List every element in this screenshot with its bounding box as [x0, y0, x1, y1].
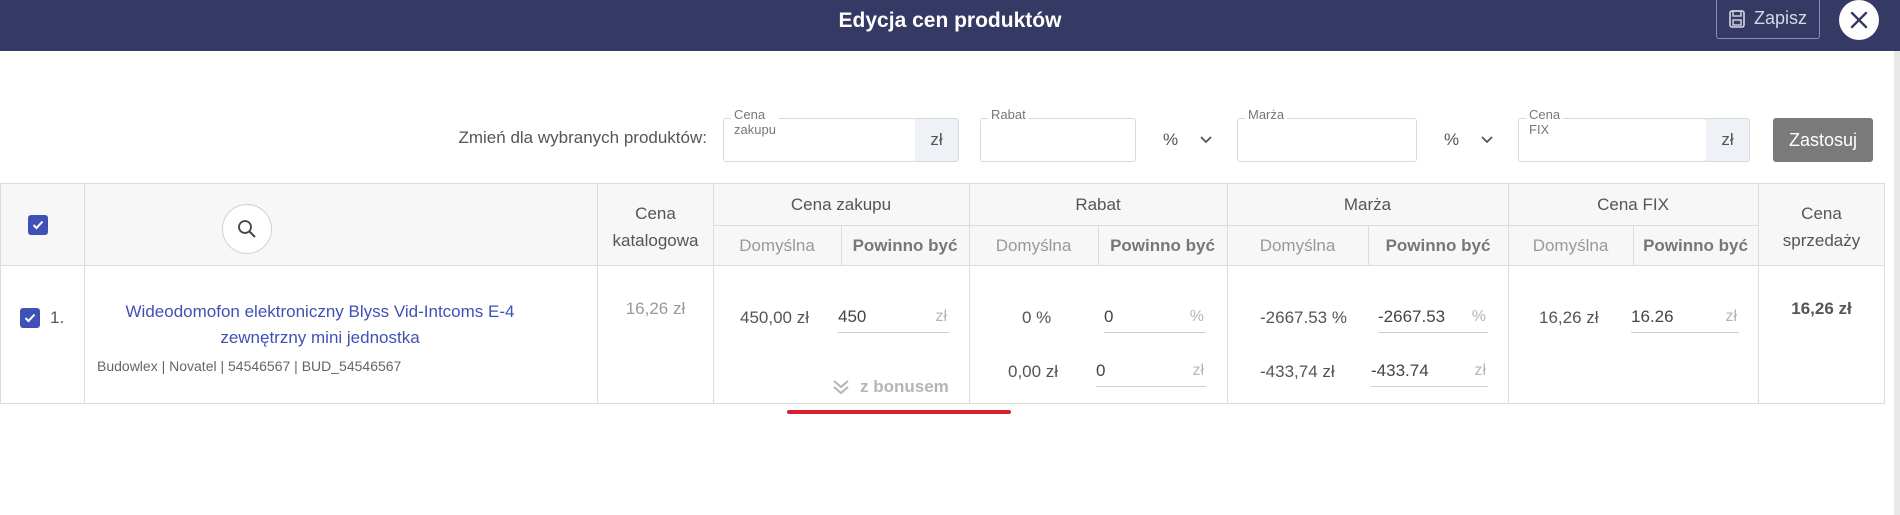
- subheader-default: Domyślna: [1259, 236, 1336, 255]
- product-name-link[interactable]: Wideodomofon elektroniczny Blyss Vid-Int…: [110, 299, 530, 351]
- header-catalog-price-line1: Cena: [635, 204, 676, 223]
- discount-pct-input[interactable]: 0 %: [1104, 301, 1206, 333]
- bulk-margin-unit-value: %: [1444, 130, 1460, 149]
- bulk-margin-label: Marża: [1245, 107, 1288, 122]
- discount-zl-default: 0,00 zł: [1008, 362, 1059, 381]
- divider: [0, 183, 1, 404]
- margin-zl-input-unit: zł: [1474, 361, 1486, 379]
- divider: [969, 183, 970, 404]
- product-name-line1: Wideodomofon elektroniczny Blyss Vid-Int…: [125, 302, 515, 321]
- bulk-margin-input[interactable]: [1237, 118, 1417, 162]
- chevron-down-icon: [1200, 136, 1212, 144]
- check-icon: [24, 313, 36, 323]
- subheader-default: Domyślna: [1532, 236, 1609, 255]
- header-sale-price: Cena sprzedaży: [1759, 200, 1884, 254]
- bonus-toggle-label: z bonusem: [860, 377, 949, 396]
- row-checkbox[interactable]: [20, 308, 40, 328]
- bulk-discount-input[interactable]: [980, 118, 1136, 162]
- divider: [1508, 183, 1509, 404]
- bulk-change-label: Zmień dla wybranych produktów:: [458, 128, 707, 147]
- subheader-should-be: Powinno być: [1643, 236, 1748, 255]
- margin-zl-default: -433,74 zł: [1260, 362, 1335, 381]
- header-fix-price: Cena FIX: [1597, 195, 1669, 214]
- margin-pct-input[interactable]: -2667.53 %: [1378, 301, 1488, 333]
- divider: [0, 265, 1885, 266]
- divider: [713, 225, 1758, 226]
- subheader-default: Domyślna: [995, 236, 1072, 255]
- product-name-line2: zewnętrzny mini jednostka: [220, 328, 420, 347]
- close-icon: [1850, 11, 1868, 29]
- catalog-price-value: 16,26 zł: [625, 299, 686, 318]
- fix-price-input-value: 16.26: [1631, 306, 1674, 326]
- header-catalog-price-line2: katalogowa: [612, 231, 699, 250]
- purchase-price-input[interactable]: 450 zł: [838, 301, 949, 333]
- save-button[interactable]: Zapisz: [1716, 0, 1820, 39]
- margin-pct-input-value: -2667.53: [1378, 306, 1446, 326]
- divider: [84, 183, 85, 404]
- bulk-fix-price-label: Cena FIX: [1526, 107, 1564, 137]
- divider: [1884, 183, 1885, 404]
- header-margin: Marża: [1343, 195, 1392, 214]
- fix-price-input-unit: zł: [1725, 307, 1737, 325]
- modal-header: Edycja cen produktów Zapisz: [0, 0, 1900, 51]
- close-button[interactable]: [1839, 0, 1879, 40]
- discount-zl-input-unit: zł: [1192, 361, 1204, 379]
- fix-price-input[interactable]: 16.26 zł: [1631, 301, 1739, 333]
- divider: [0, 183, 1885, 184]
- margin-zl-input-value: -433.74: [1371, 360, 1429, 380]
- double-chevron-down-icon: [833, 380, 849, 395]
- subheader-should-be: Powinno być: [852, 236, 958, 255]
- margin-pct-default: -2667.53 %: [1260, 308, 1347, 327]
- margin-zl-input[interactable]: -433.74 zł: [1371, 355, 1488, 387]
- discount-zl-input[interactable]: 0 zł: [1096, 355, 1206, 387]
- product-meta: Budowlex | Novatel | 54546567 | BUD_5454…: [97, 358, 402, 374]
- subheader-should-be: Powinno być: [1385, 236, 1491, 255]
- bulk-margin-unit-select[interactable]: %: [1444, 118, 1493, 162]
- header-sale-price-line1: Cena: [1801, 204, 1842, 223]
- save-button-label: Zapisz: [1753, 8, 1807, 28]
- bulk-discount-unit-value: %: [1163, 130, 1179, 149]
- discount-pct-default: 0 %: [1022, 308, 1052, 327]
- row-index: 1.: [50, 308, 65, 327]
- bulk-discount-label: Rabat: [988, 107, 1029, 122]
- discount-pct-input-unit: %: [1189, 307, 1204, 325]
- bonus-toggle[interactable]: z bonusem: [832, 377, 949, 397]
- save-icon: [1729, 9, 1745, 28]
- header-discount: Rabat: [1075, 195, 1121, 214]
- chevron-down-icon: [1481, 136, 1493, 144]
- margin-pct-input-unit: %: [1471, 307, 1486, 325]
- discount-pct-input-value: 0: [1104, 306, 1114, 326]
- select-all-checkbox[interactable]: [28, 215, 48, 235]
- highlight-underline: [787, 410, 1011, 414]
- divider: [1227, 183, 1228, 404]
- modal-title: Edycja cen produktów: [838, 9, 1062, 32]
- header-catalog-price: Cena katalogowa: [598, 200, 713, 254]
- purchase-price-default: 450,00 zł: [740, 308, 809, 327]
- bulk-purchase-price-unit: zł: [915, 118, 959, 162]
- sale-price-value: 16,26 zł: [1791, 299, 1852, 318]
- search-button[interactable]: [222, 204, 272, 254]
- divider: [0, 403, 1885, 404]
- purchase-price-input-value: 450: [838, 306, 867, 326]
- search-icon: [238, 220, 256, 238]
- prices-table: Cena katalogowa Cena zakupu Rabat Marża …: [0, 183, 1885, 404]
- header-sale-price-line2: sprzedaży: [1782, 231, 1861, 250]
- divider: [713, 183, 714, 404]
- subheader-should-be: Powinno być: [1110, 236, 1215, 255]
- discount-zl-input-value: 0: [1096, 360, 1106, 380]
- header-purchase-price: Cena zakupu: [790, 195, 892, 214]
- bulk-discount-unit-select[interactable]: %: [1163, 118, 1212, 162]
- bulk-fix-price-unit: zł: [1706, 118, 1750, 162]
- bulk-purchase-price-label: Cena zakupu: [731, 107, 779, 137]
- apply-button[interactable]: Zastosuj: [1773, 118, 1873, 162]
- scrollbar[interactable]: [1894, 51, 1900, 515]
- subheader-default: Domyślna: [739, 236, 815, 255]
- check-icon: [32, 220, 44, 230]
- fix-price-default: 16,26 zł: [1539, 308, 1599, 327]
- purchase-price-input-unit: zł: [935, 307, 947, 325]
